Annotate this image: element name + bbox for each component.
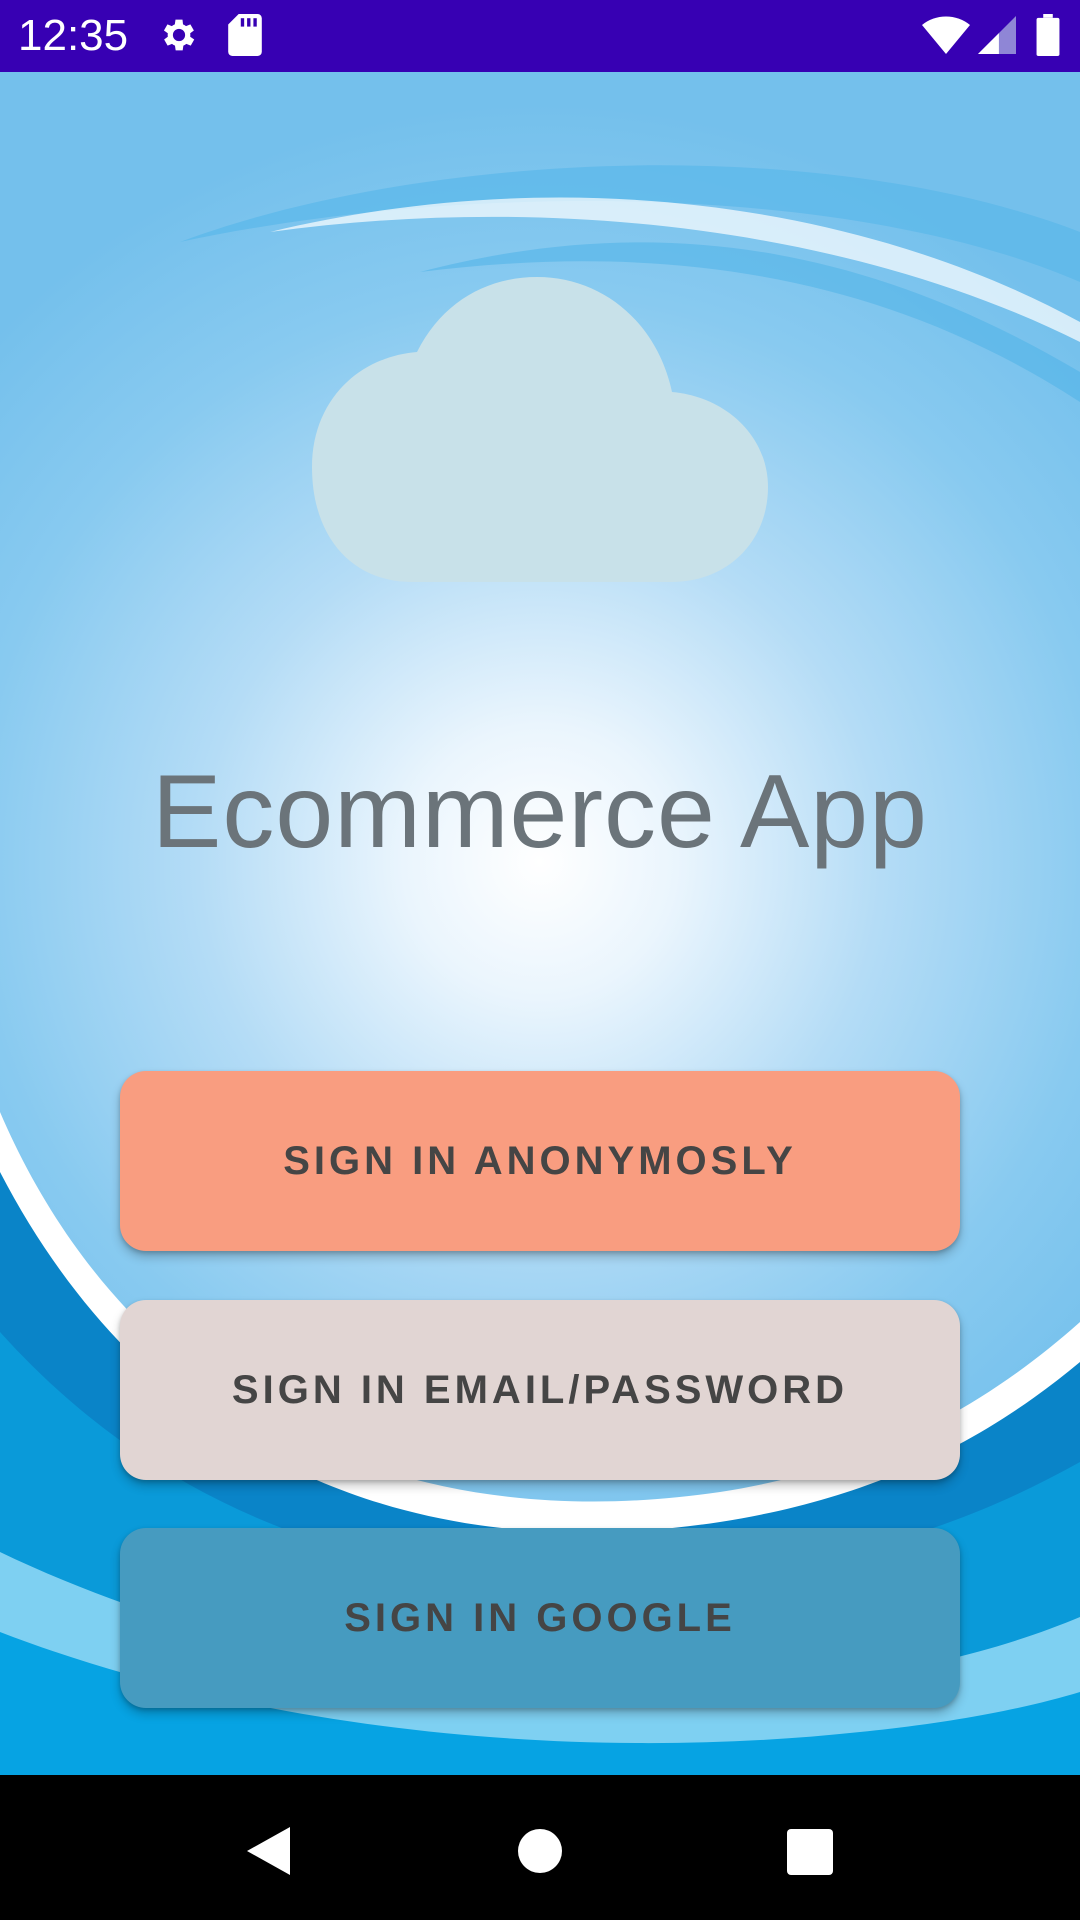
sd-card-icon [228, 14, 262, 61]
sign-in-google-button[interactable]: SIGN IN GOOGLE [120, 1528, 960, 1708]
screen: 12:35 Ecommerce App SIGN IN ANONYMOSLY S… [0, 0, 1080, 1920]
app-content: Ecommerce App SIGN IN ANONYMOSLY SIGN IN… [0, 72, 1080, 1775]
recents-icon[interactable] [764, 1805, 854, 1895]
sign-in-email-password-button[interactable]: SIGN IN EMAIL/PASSWORD [120, 1300, 960, 1480]
home-icon[interactable] [495, 1805, 585, 1895]
battery-icon [1036, 14, 1060, 61]
signal-icon [978, 16, 1016, 59]
status-time: 12:35 [18, 11, 129, 60]
gear-icon [158, 14, 200, 61]
back-icon[interactable] [223, 1805, 313, 1895]
navigation-bar [0, 1775, 1080, 1920]
cloud-icon [312, 277, 768, 582]
status-bar: 12:35 [0, 0, 1080, 72]
app-title: Ecommerce App [152, 754, 928, 870]
sign-in-anonymously-button[interactable]: SIGN IN ANONYMOSLY [120, 1071, 960, 1251]
wifi-icon [922, 16, 970, 59]
